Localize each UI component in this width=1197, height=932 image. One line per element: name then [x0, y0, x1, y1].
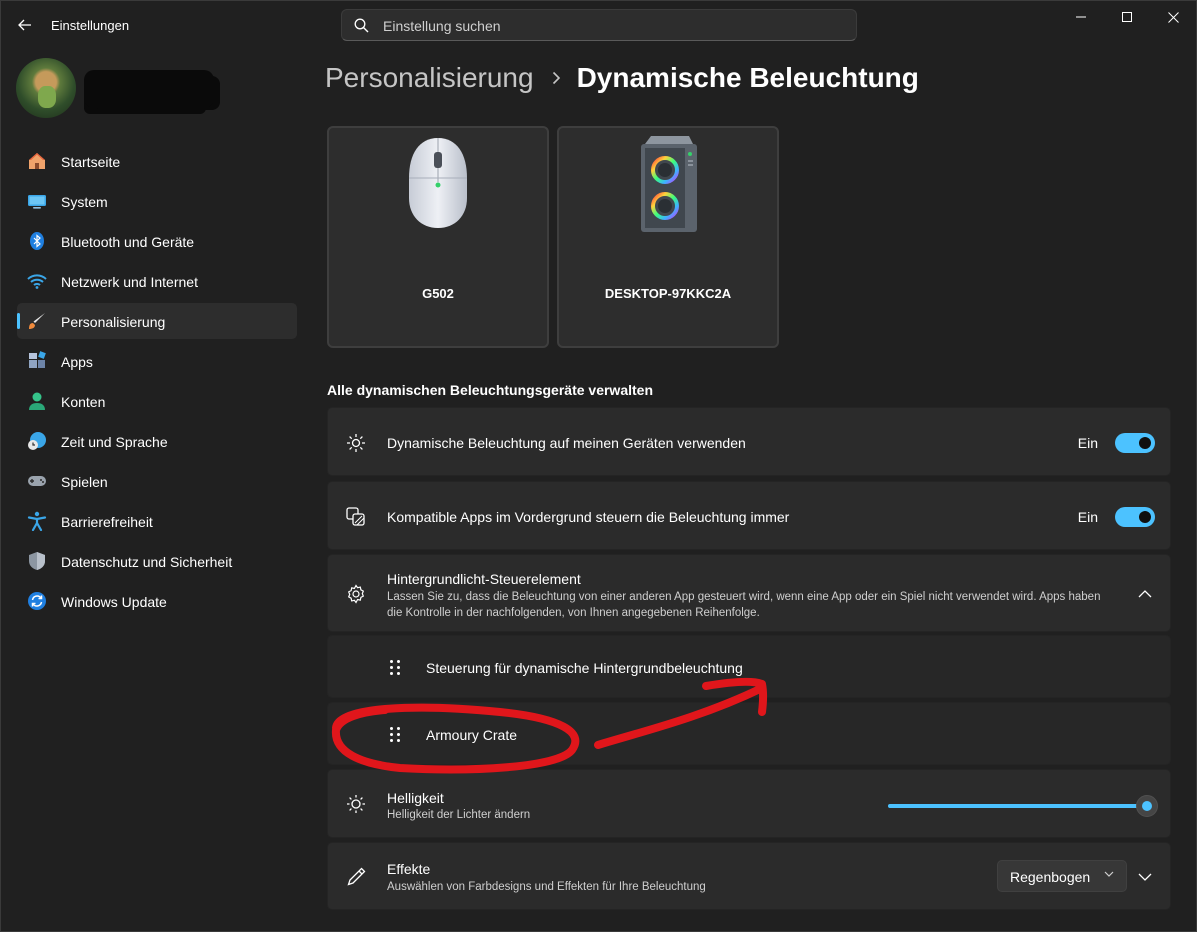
setting-description: Helligkeit der Lichter ändern: [387, 809, 531, 821]
use-lighting-toggle[interactable]: [1115, 433, 1155, 453]
sidebar-item-label: Startseite: [61, 154, 121, 170]
control-item-label: Steuerung für dynamische Hintergrundbele…: [426, 660, 743, 676]
sidebar-item-label: Spielen: [61, 474, 108, 490]
brightness-slider-thumb[interactable]: [1136, 795, 1158, 817]
apps-control-icon: [344, 505, 368, 529]
device-card-g502[interactable]: G502: [327, 126, 549, 348]
minimize-icon: [1076, 16, 1086, 18]
app-title: Einstellungen: [51, 18, 130, 33]
foreground-apps-toggle[interactable]: [1115, 507, 1155, 527]
page-title: Dynamische Beleuchtung: [576, 62, 919, 93]
expand-chevron-down-icon[interactable]: [1137, 869, 1153, 885]
back-button[interactable]: [12, 12, 38, 38]
mouse-icon: [409, 138, 467, 228]
sidebar-item-label: Datenschutz und Sicherheit: [61, 554, 233, 570]
setting-title: Dynamische Beleuchtung auf meinen Geräte…: [387, 435, 746, 451]
sidebar-item-label: System: [61, 194, 108, 210]
sidebar-item-konten[interactable]: Konten: [17, 383, 297, 419]
sidebar-item-windows-update[interactable]: Windows Update: [17, 583, 297, 619]
apps-icon: [27, 351, 47, 371]
breadcrumb-parent[interactable]: Personalisierung: [325, 62, 534, 94]
setting-effects: Effekte Auswählen von Farbdesigns und Ef…: [327, 842, 1171, 910]
sun-icon: [344, 792, 368, 816]
control-order-item[interactable]: Steuerung für dynamische Hintergrundbele…: [327, 635, 1171, 698]
sidebar-item-datenschutz[interactable]: Datenschutz und Sicherheit: [17, 543, 297, 579]
sidebar-item-label: Netzwerk und Internet: [61, 274, 198, 290]
setting-description: Lassen Sie zu, dass die Beleuchtung von …: [387, 591, 1101, 619]
home-icon: [27, 151, 47, 171]
search-placeholder: Einstellung suchen: [383, 18, 501, 34]
setting-title: Hintergrundlicht-Steuerelement: [387, 571, 581, 587]
brightness-slider-track[interactable]: [888, 804, 1146, 808]
effects-dropdown[interactable]: Regenbogen: [997, 860, 1127, 892]
close-button[interactable]: [1150, 0, 1196, 34]
sidebar-item-apps[interactable]: Apps: [17, 343, 297, 379]
section-title: Alle dynamischen Beleuchtungsgeräte verw…: [327, 382, 653, 398]
monitor-icon: [27, 191, 47, 211]
sidebar-item-label: Windows Update: [61, 594, 167, 610]
title-bar: Einstellungen Einstellung suchen: [0, 0, 1197, 50]
sidebar-item-bluetooth[interactable]: Bluetooth und Geräte: [17, 223, 297, 259]
setting-title: Effekte: [387, 861, 431, 877]
setting-background-control[interactable]: Hintergrundlicht-Steuerelement Lassen Si…: [327, 554, 1171, 632]
drag-handle-icon[interactable]: [390, 660, 404, 676]
sidebar-item-label: Barrierefreiheit: [61, 514, 153, 530]
pen-icon: [344, 865, 368, 889]
redacted-user-name: [84, 70, 214, 108]
sidebar-item-label: Konten: [61, 394, 106, 410]
maximize-icon: [1122, 12, 1132, 22]
lighting-icon: [344, 431, 368, 455]
drag-handle-icon[interactable]: [390, 727, 404, 743]
maximize-button[interactable]: [1104, 0, 1150, 34]
bluetooth-icon: [27, 231, 47, 251]
sidebar-item-label: Bluetooth und Geräte: [61, 234, 195, 250]
toggle-state-label: Ein: [1077, 435, 1098, 451]
control-item-label: Armoury Crate: [426, 727, 518, 743]
device-name: G502: [422, 286, 454, 301]
dropdown-selected-value: Regenbogen: [1010, 869, 1091, 885]
avatar: [16, 58, 76, 118]
sidebar-item-startseite[interactable]: Startseite: [17, 143, 297, 179]
close-icon: [1167, 11, 1179, 23]
toggle-state-label: Ein: [1077, 509, 1098, 525]
brush-icon: [27, 311, 47, 331]
sidebar-nav: Startseite System Bluetooth und Geräte N…: [17, 143, 297, 623]
setting-brightness: Helligkeit Helligkeit der Lichter ändern: [327, 769, 1171, 838]
sidebar-item-netzwerk[interactable]: Netzwerk und Internet: [17, 263, 297, 299]
setting-foreground-apps: Kompatible Apps im Vordergrund steuern d…: [327, 481, 1171, 550]
sidebar-item-personalisierung[interactable]: Personalisierung: [17, 303, 297, 339]
update-icon: [27, 591, 47, 611]
chevron-up-icon[interactable]: [1137, 586, 1153, 602]
sidebar-item-system[interactable]: System: [17, 183, 297, 219]
sidebar-item-barrierefreiheit[interactable]: Barrierefreiheit: [17, 503, 297, 539]
gear-icon: [344, 582, 368, 606]
minimize-button[interactable]: [1058, 0, 1104, 34]
chevron-down-icon: [1104, 871, 1114, 877]
chevron-right-icon: [552, 71, 561, 85]
sidebar-item-label: Apps: [61, 354, 93, 370]
device-card-desktop[interactable]: DESKTOP-97KKC2A: [557, 126, 779, 348]
breadcrumb: Personalisierung Dynamische Beleuchtung: [325, 60, 919, 96]
setting-title: Kompatible Apps im Vordergrund steuern d…: [387, 509, 790, 525]
setting-title: Helligkeit: [387, 790, 444, 806]
search-icon: [354, 18, 369, 33]
sidebar-item-zeit[interactable]: Zeit und Sprache: [17, 423, 297, 459]
control-order-item[interactable]: Armoury Crate: [327, 702, 1171, 765]
gamepad-icon: [27, 471, 47, 491]
wifi-icon: [27, 271, 47, 291]
sidebar-item-label: Personalisierung: [61, 314, 166, 330]
sidebar-item-spielen[interactable]: Spielen: [17, 463, 297, 499]
setting-use-dynamic-lighting: Dynamische Beleuchtung auf meinen Geräte…: [327, 407, 1171, 476]
search-input[interactable]: Einstellung suchen: [341, 9, 857, 41]
device-name: DESKTOP-97KKC2A: [604, 286, 732, 301]
accessibility-icon: [27, 511, 47, 531]
pc-tower-icon: [641, 136, 697, 232]
person-icon: [27, 391, 47, 411]
user-profile[interactable]: [16, 58, 226, 120]
shield-icon: [27, 551, 47, 571]
globe-clock-icon: [27, 431, 47, 451]
arrow-left-icon: [18, 19, 31, 31]
sidebar-item-label: Zeit und Sprache: [61, 434, 168, 450]
